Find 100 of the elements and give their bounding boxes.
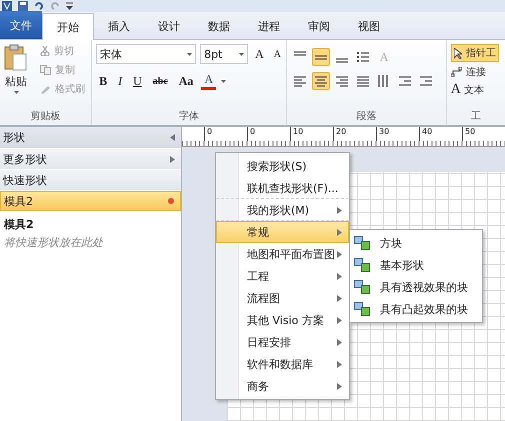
align-center-icon xyxy=(314,76,328,86)
align-right-icon xyxy=(335,76,350,86)
font-name-field[interactable]: 宋体 xyxy=(96,44,196,64)
strikethrough-button[interactable]: abc xyxy=(150,76,171,86)
menu-item[interactable]: 商务 xyxy=(216,375,349,397)
shapes-stencil-icon xyxy=(354,302,370,316)
menu-item[interactable]: 搜索形状(S) xyxy=(216,155,349,177)
menu-item[interactable]: 其他 Visio 方案 xyxy=(216,309,349,331)
submenu-item[interactable]: 基本形状 xyxy=(350,254,482,276)
align-middle-button[interactable] xyxy=(312,48,330,66)
menu-item-label: 联机查找形状(F)... xyxy=(247,180,338,196)
shrink-font-button[interactable]: A xyxy=(270,48,284,60)
ribbon-tab[interactable]: 设计 xyxy=(144,13,194,39)
group-label: 字体 xyxy=(178,110,200,124)
submenu-item[interactable]: 具有凸起效果的块 xyxy=(350,298,482,320)
caret-icon xyxy=(337,316,342,324)
caret-icon xyxy=(337,360,342,368)
ruler-label: 10 xyxy=(290,127,333,141)
caret-icon xyxy=(337,382,342,390)
submenu-item[interactable]: 方块 xyxy=(350,232,482,254)
menu-item[interactable]: 地图和平面布置图 xyxy=(216,243,349,265)
shapes-pane-item[interactable]: 更多形状 xyxy=(0,149,181,169)
file-tab[interactable]: 文件 xyxy=(0,11,42,39)
ruler-label: 50 xyxy=(462,127,505,141)
pointer-tool-button[interactable]: 指针工 xyxy=(450,44,499,62)
indent-icon xyxy=(419,76,434,86)
menu-item-label: 常规 xyxy=(247,224,269,240)
menu-item[interactable]: 工程 xyxy=(216,265,349,287)
text-tool-button[interactable]: 文本 xyxy=(464,83,484,97)
ruler-label: 0 xyxy=(247,127,290,141)
ruler-label: 0 xyxy=(204,127,247,141)
caret-icon xyxy=(337,338,342,346)
submenu-item-label: 基本形状 xyxy=(380,258,424,272)
ribbon-tab[interactable]: 进程 xyxy=(244,13,294,39)
justify-icon xyxy=(356,76,370,86)
menu-item[interactable]: 流程图 xyxy=(216,287,349,309)
align-top-icon xyxy=(293,51,308,56)
ribbon-tab[interactable]: 插入 xyxy=(94,13,144,39)
dropdown-arrow-icon xyxy=(187,52,192,56)
underline-button[interactable]: U xyxy=(130,74,145,88)
connector-tool-button[interactable]: 连接 xyxy=(450,65,499,79)
group-label: 段落 xyxy=(355,110,378,124)
shapes-stencil-icon xyxy=(354,236,370,250)
submenu-item-label: 具有凸起效果的块 xyxy=(380,302,468,316)
caret-icon xyxy=(337,294,342,302)
caret-icon xyxy=(170,156,175,162)
customize-toolbar-icon[interactable] xyxy=(66,1,73,11)
menu-item[interactable]: 日程安排 xyxy=(216,331,349,353)
font-size-value: 8pt xyxy=(204,48,222,60)
menu-item[interactable]: 软件和数据库 xyxy=(216,353,349,375)
align-left-icon xyxy=(293,76,308,86)
ribbon-tab[interactable]: 视图 xyxy=(344,13,394,39)
caret-icon xyxy=(337,272,342,280)
shapes-stencil-icon xyxy=(354,280,370,294)
app-logo-icon xyxy=(2,1,12,11)
shapes-pane-item[interactable]: 模具2 xyxy=(0,191,181,211)
group-label: 剪贴板 xyxy=(30,110,62,124)
undo-icon[interactable] xyxy=(34,1,44,11)
menu-item[interactable]: 常规 xyxy=(216,221,349,243)
menu-item-label: 其他 Visio 方案 xyxy=(247,312,324,328)
ribbon-tab[interactable]: 开始 xyxy=(42,13,94,40)
ruler-label: 40 xyxy=(419,127,462,141)
stencil-title: 模具2 xyxy=(4,217,35,232)
grow-font-button[interactable]: A xyxy=(252,46,267,62)
shapes-pane-item[interactable]: 快速形状 xyxy=(0,170,181,190)
align-bottom-icon xyxy=(335,58,350,63)
ruler-label: 20 xyxy=(333,127,376,141)
menu-item-label: 软件和数据库 xyxy=(247,356,313,372)
save-icon[interactable] xyxy=(18,1,28,11)
caret-icon xyxy=(170,134,175,141)
align-center-button[interactable] xyxy=(312,72,330,90)
connector-icon xyxy=(450,67,462,77)
dropdown-arrow-icon xyxy=(14,91,18,94)
submenu-item[interactable]: 具有透视效果的块 xyxy=(350,276,482,298)
paste-button[interactable]: 粘贴 xyxy=(5,74,27,89)
menu-item-label: 工程 xyxy=(247,268,269,284)
paste-clipboard-icon[interactable] xyxy=(4,44,28,72)
dropdown-arrow-icon xyxy=(239,52,244,56)
submenu-item-label: 方块 xyxy=(380,236,402,250)
pane-item-label: 快速形状 xyxy=(3,172,47,188)
copy-icon xyxy=(40,65,51,75)
group-label: 工 xyxy=(470,110,482,124)
italic-button[interactable]: I xyxy=(115,74,126,88)
change-case-button[interactable]: Aa xyxy=(176,74,196,88)
caret-icon xyxy=(337,206,342,214)
font-color-button[interactable]: A xyxy=(201,72,216,90)
ruler-label: 30 xyxy=(376,127,419,141)
ribbon-tab[interactable]: 审阅 xyxy=(294,13,344,39)
menu-item[interactable]: 联机查找形状(F)... xyxy=(216,177,349,199)
caret-icon xyxy=(337,250,342,258)
bold-button[interactable]: B xyxy=(96,74,110,88)
menu-item-label: 流程图 xyxy=(247,290,280,306)
submenu-item-label: 具有透视效果的块 xyxy=(380,280,468,294)
ribbon-tab[interactable]: 数据 xyxy=(194,13,244,39)
pointer-icon xyxy=(454,48,462,58)
menu-item-label: 我的形状(M) xyxy=(247,202,310,218)
menu-item-label: 地图和平面布置图 xyxy=(247,246,335,262)
menu-item-label: 搜索形状(S) xyxy=(247,158,307,174)
outdent-icon xyxy=(398,76,412,86)
font-size-field[interactable]: 8pt xyxy=(200,44,248,64)
